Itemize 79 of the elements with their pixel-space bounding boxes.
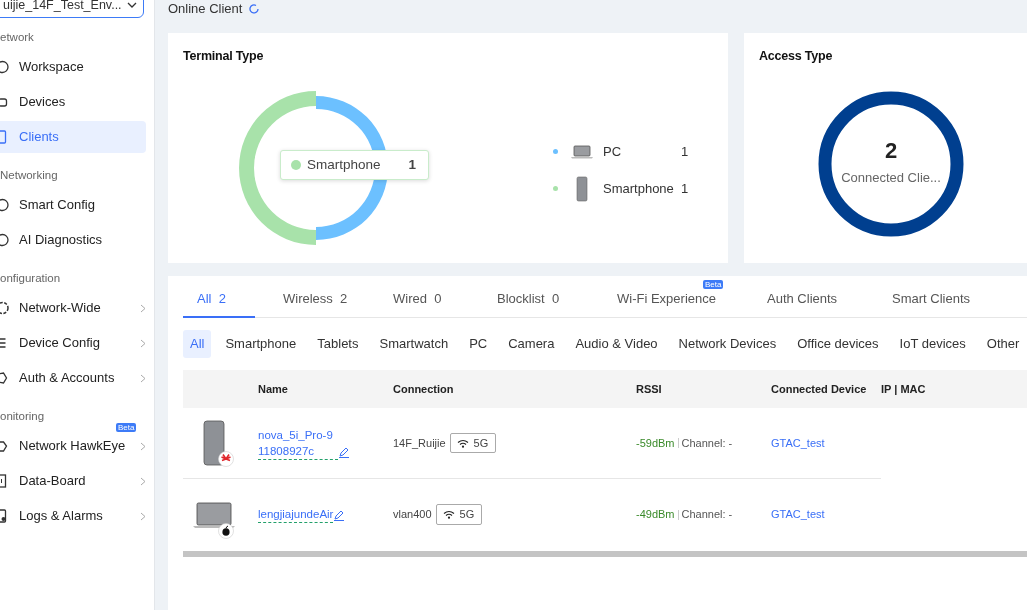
tab[interactable]: Auth Clients (753, 289, 852, 318)
filter-chip[interactable]: All (183, 330, 212, 358)
tab[interactable]: Wired 0 (379, 289, 456, 318)
edit-icon (338, 445, 350, 458)
donut-caption: Connected Clie... (840, 169, 942, 187)
card-title: Access Type (759, 48, 834, 65)
device-icon (0, 95, 10, 109)
channel-text: Channel: - (681, 507, 733, 523)
wifi-icon (456, 438, 469, 448)
column-header: Connection (393, 381, 455, 397)
filter-chip[interactable]: Smartphone (218, 330, 304, 358)
ssid-text: vlan400 (393, 507, 432, 523)
tooltip-label: Smartphone (307, 156, 381, 174)
column-header: IP | MAC (881, 381, 927, 397)
scrollbar[interactable] (183, 551, 1027, 557)
nav-item[interactable]: Logs & Alarms (0, 500, 146, 532)
filter-chip[interactable]: Other (979, 330, 1027, 358)
section-heading: onitoring (0, 408, 46, 424)
gear-icon (0, 301, 10, 315)
rssi-value: -49dBm (636, 507, 675, 523)
chevron-down-icon (127, 1, 137, 9)
tab[interactable]: Blocklist 0 (483, 289, 574, 318)
rssi-value: -59dBm (636, 435, 675, 451)
nav-item[interactable]: Data-Board (0, 465, 146, 497)
phone-icon (203, 420, 225, 466)
legend-value: 1 (681, 142, 689, 161)
laptop-icon (193, 499, 235, 530)
site-select[interactable]: uijie_14F_Test_Env... (0, 0, 144, 18)
edit-icon (333, 509, 346, 522)
wifi-icon (442, 510, 455, 519)
tab[interactable]: Wireless 2 (269, 289, 362, 318)
client-name-link[interactable]: lengjiajundeAir (258, 506, 334, 523)
nav-item[interactable]: Network HawkEye (0, 430, 146, 462)
total-count: 2 (883, 138, 899, 164)
beta-badge: Beta (703, 280, 724, 289)
device-link[interactable]: GTAC_test (771, 436, 825, 449)
tab[interactable]: Smart Clients (878, 289, 985, 318)
section-heading: etwork (0, 29, 35, 45)
tab[interactable]: All 2 (183, 289, 255, 318)
apple-logo-icon (218, 522, 234, 539)
column-header: RSSI (636, 381, 663, 397)
card-title: Terminal Type (183, 48, 265, 65)
nav-item[interactable]: AI Diagnostics (0, 224, 146, 256)
laptop-icon (570, 142, 594, 161)
nav-item[interactable]: Network-Wide (0, 292, 146, 324)
ssid-text: 14F_Ruijie (393, 435, 446, 451)
nav-item[interactable]: Auth & Accounts (0, 362, 146, 394)
nav-item[interactable]: Smart Config (0, 189, 146, 221)
tooltip-value: 1 (408, 156, 417, 174)
refresh-icon (248, 3, 261, 15)
page-title: Online Client (168, 0, 243, 19)
nav-item[interactable]: Clients (0, 121, 146, 153)
band-tag: 5G (449, 432, 497, 454)
nav-item[interactable]: Devices (0, 86, 146, 118)
filter-chip[interactable]: Office devices (790, 330, 886, 358)
legend-label: PC (603, 142, 623, 161)
filter-chip[interactable]: Camera (501, 330, 562, 358)
filter-chip[interactable]: Smartwatch (372, 330, 456, 358)
device-link[interactable]: GTAC_test (771, 508, 825, 521)
column-header: Name (258, 381, 289, 397)
filter-chip[interactable]: Network Devices (671, 330, 784, 358)
channel-text: Channel: - (681, 435, 733, 451)
legend-label: Smartphone (603, 179, 675, 198)
phone-icon (576, 175, 588, 202)
filter-chip[interactable]: IoT devices (892, 330, 973, 358)
filter-chip[interactable]: PC (462, 330, 495, 358)
section-heading: onfiguration (0, 270, 62, 286)
filter-chip[interactable]: Audio & Video (568, 330, 665, 358)
column-header: Connected Device (771, 381, 868, 397)
filter-chip[interactable]: Tablets (310, 330, 366, 358)
band-tag: 5G (435, 504, 483, 525)
section-heading: Networking (0, 167, 59, 183)
nav-item[interactable]: Workspace (0, 51, 146, 83)
legend-value: 1 (681, 179, 689, 198)
nav-item[interactable]: Device Config (0, 327, 146, 359)
beta-badge: Beta (116, 423, 137, 432)
client-name-link[interactable]: nova_5i_Pro-911808927c (258, 426, 338, 460)
tab[interactable]: Wi-Fi Experience (603, 289, 730, 318)
flower-logo-icon (218, 451, 234, 467)
